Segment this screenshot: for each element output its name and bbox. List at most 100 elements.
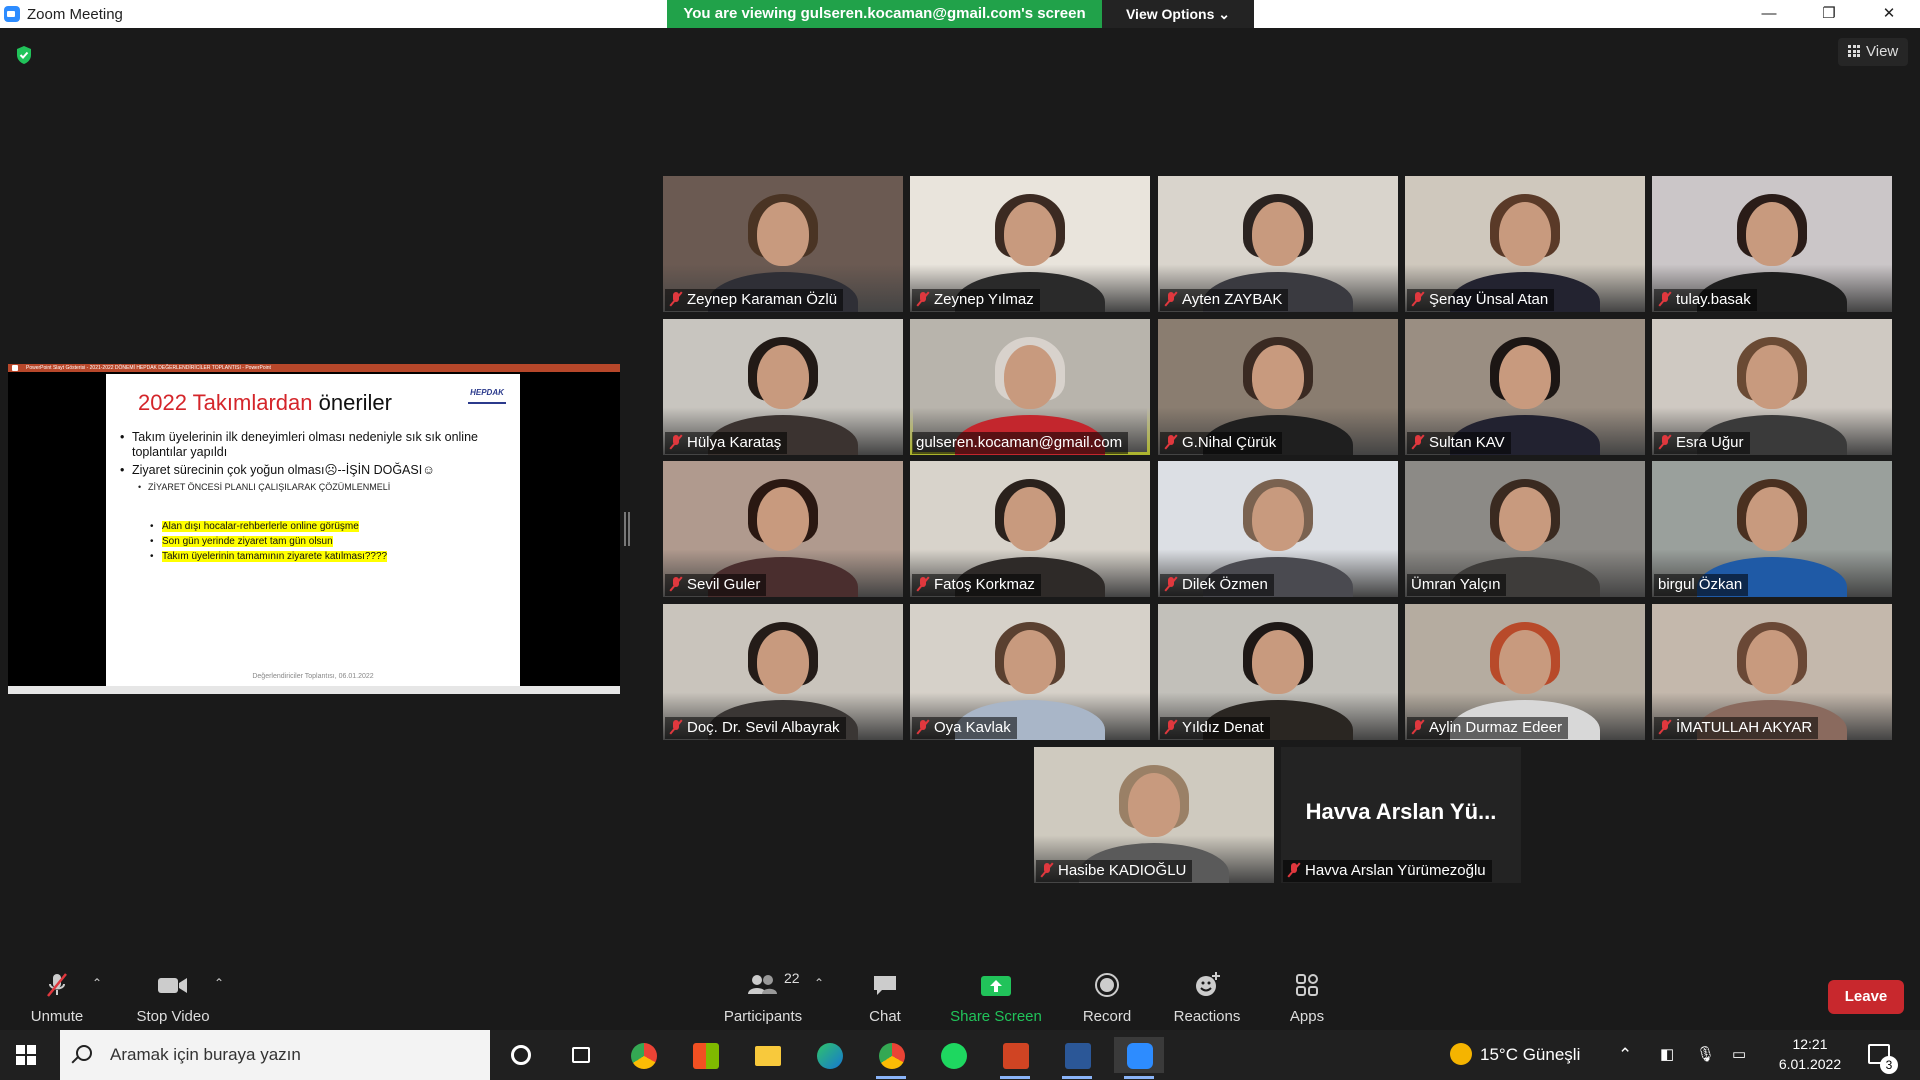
- participant-name-label: Sevil Guler: [665, 574, 767, 596]
- camera-tray-icon[interactable]: ◧: [1660, 1030, 1674, 1080]
- taskbar-powerpoint[interactable]: [990, 1037, 1040, 1079]
- slide-title: 2022 Takımlardan öneriler: [138, 390, 392, 416]
- hepdak-logo: HEPDAK: [468, 386, 506, 404]
- participant-tile[interactable]: Sultan KAV: [1405, 319, 1645, 455]
- view-layout-label: View: [1866, 43, 1899, 60]
- participants-button[interactable]: 22 Participants: [708, 970, 818, 1026]
- participant-tile[interactable]: İMATULLAH AKYAR: [1652, 604, 1892, 740]
- participant-name-label: Ümran Yalçın: [1407, 574, 1507, 596]
- participant-name: Ayten ZAYBAK: [1182, 291, 1283, 308]
- participant-tile[interactable]: Aylin Durmaz Edeer: [1405, 604, 1645, 740]
- split-drag-handle[interactable]: [624, 512, 630, 546]
- highlighted-item: Son gün yerinde ziyaret tam gün olsun: [150, 534, 500, 549]
- clock-date: 6.01.2022: [1778, 1056, 1842, 1072]
- muted-mic-icon: [1164, 434, 1178, 450]
- zoom-window: Zoom Meeting You are viewing gulseren.ko…: [0, 0, 1920, 1080]
- view-options-button[interactable]: View Options ⌄: [1102, 0, 1254, 28]
- word-icon: [1065, 1043, 1091, 1069]
- participant-tile[interactable]: Esra Uğur: [1652, 319, 1892, 455]
- taskbar-search-input[interactable]: [110, 1043, 470, 1067]
- muted-mic-icon: [669, 576, 683, 592]
- reactions-button[interactable]: Reactions: [1162, 970, 1252, 1026]
- powerpoint-icon: [1003, 1043, 1029, 1069]
- participant-tile[interactable]: birgul Özkan: [1652, 461, 1892, 597]
- muted-mic-icon: [1411, 434, 1425, 450]
- microphone-tray-icon[interactable]: 🎙: [1696, 1030, 1715, 1080]
- task-view-button[interactable]: [555, 1037, 605, 1073]
- record-button[interactable]: Record: [1062, 970, 1152, 1026]
- participant-tile[interactable]: Yıldız Denat: [1158, 604, 1398, 740]
- network-tray-icon[interactable]: ▭: [1732, 1030, 1746, 1080]
- smiley-icon: [1196, 972, 1220, 996]
- shared-screen[interactable]: PowerPoint Slayt Gösterisi - 2021-2022 D…: [8, 364, 620, 694]
- participant-tile[interactable]: Dilek Özmen: [1158, 461, 1398, 597]
- participant-name-label: G.Nihal Çürük: [1160, 432, 1283, 454]
- taskbar-chrome[interactable]: [618, 1037, 668, 1073]
- participant-tile[interactable]: Hasibe KADIOĞLU: [1034, 747, 1274, 883]
- chat-button[interactable]: Chat: [840, 970, 930, 1026]
- participant-tile[interactable]: Oya Kavlak: [910, 604, 1150, 740]
- taskbar-word[interactable]: [1052, 1037, 1102, 1079]
- weather-widget[interactable]: 15°C Güneşli: [1450, 1030, 1580, 1080]
- participant-tile[interactable]: gulseren.kocaman@gmail.com: [910, 319, 1150, 455]
- taskbar-clock[interactable]: 12:21 6.01.2022: [1770, 1034, 1850, 1074]
- taskbar-spotify[interactable]: [928, 1037, 978, 1073]
- audio-options-caret[interactable]: ⌃: [92, 976, 102, 990]
- tray-chevron-up-icon[interactable]: ⌃: [1618, 1030, 1632, 1080]
- participant-name-label: Zeynep Karaman Özlü: [665, 289, 844, 311]
- participant-face: [757, 345, 809, 409]
- participant-name: Hülya Karataş: [687, 434, 782, 451]
- grid-icon: [1848, 45, 1860, 57]
- participant-name-label: birgul Özkan: [1654, 574, 1749, 596]
- taskbar-search[interactable]: [60, 1030, 490, 1080]
- participant-tile[interactable]: Fatoş Korkmaz: [910, 461, 1150, 597]
- participant-name: Şenay Ünsal Atan: [1429, 291, 1549, 308]
- participant-tile[interactable]: Doç. Dr. Sevil Albayrak: [663, 604, 903, 740]
- participant-tile[interactable]: Zeynep Yılmaz: [910, 176, 1150, 312]
- participant-name-label: Havva Arslan Yürümezoğlu: [1283, 860, 1492, 882]
- unmute-button[interactable]: Unmute: [12, 970, 102, 1026]
- view-layout-button[interactable]: View: [1838, 38, 1908, 66]
- taskbar-chrome-2[interactable]: [866, 1037, 916, 1079]
- participant-tile[interactable]: Hülya Karataş: [663, 319, 903, 455]
- notifications-badge: 3: [1880, 1056, 1898, 1074]
- restore-button[interactable]: ❐: [1806, 2, 1852, 26]
- participant-name: Zeynep Yılmaz: [934, 291, 1034, 308]
- slide-bullet: Ziyaret sürecinin çok yoğun olması☹--İŞİ…: [120, 463, 500, 478]
- participant-tile[interactable]: Şenay Ünsal Atan: [1405, 176, 1645, 312]
- window-title: Zoom Meeting: [27, 6, 123, 23]
- video-options-caret[interactable]: ⌃: [214, 976, 224, 990]
- participant-name: Dilek Özmen: [1182, 576, 1268, 593]
- participant-tile[interactable]: Ümran Yalçın: [1405, 461, 1645, 597]
- title-bar: Zoom Meeting You are viewing gulseren.ko…: [0, 0, 1920, 28]
- close-button[interactable]: ✕: [1866, 2, 1912, 26]
- encryption-shield-icon[interactable]: [15, 45, 33, 65]
- taskbar-edge[interactable]: [804, 1037, 854, 1073]
- participant-tile[interactable]: Ayten ZAYBAK: [1158, 176, 1398, 312]
- taskbar-zoom[interactable]: [1114, 1037, 1164, 1079]
- muted-mic-icon: [1164, 576, 1178, 592]
- participant-tile[interactable]: Sevil Guler: [663, 461, 903, 597]
- participant-tile[interactable]: Havva Arslan Yü... Havva Arslan Yürümezoğ…: [1281, 747, 1521, 883]
- folder-icon: [755, 1046, 781, 1066]
- apps-button[interactable]: Apps: [1262, 970, 1352, 1026]
- leave-button[interactable]: Leave: [1828, 980, 1904, 1014]
- minimize-button[interactable]: —: [1746, 2, 1792, 26]
- store-icon: [693, 1043, 719, 1069]
- stop-video-button[interactable]: Stop Video: [128, 970, 218, 1026]
- cortana-button[interactable]: [495, 1037, 545, 1073]
- share-screen-icon: [981, 976, 1011, 996]
- muted-mic-icon: [669, 719, 683, 735]
- muted-mic-icon: [1040, 862, 1054, 878]
- participant-display-name: Havva Arslan Yü...: [1305, 799, 1497, 824]
- taskbar-store[interactable]: [680, 1037, 730, 1073]
- participant-name: Fatoş Korkmaz: [934, 576, 1035, 593]
- windows-start-icon[interactable]: [16, 1045, 36, 1065]
- participants-options-caret[interactable]: ⌃: [814, 976, 824, 990]
- participant-tile[interactable]: Zeynep Karaman Özlü: [663, 176, 903, 312]
- taskbar-explorer[interactable]: [742, 1037, 792, 1073]
- participant-tile[interactable]: tulay.basak: [1652, 176, 1892, 312]
- participant-tile[interactable]: G.Nihal Çürük: [1158, 319, 1398, 455]
- share-screen-button[interactable]: Share Screen: [946, 970, 1046, 1026]
- participant-face: [1252, 202, 1304, 266]
